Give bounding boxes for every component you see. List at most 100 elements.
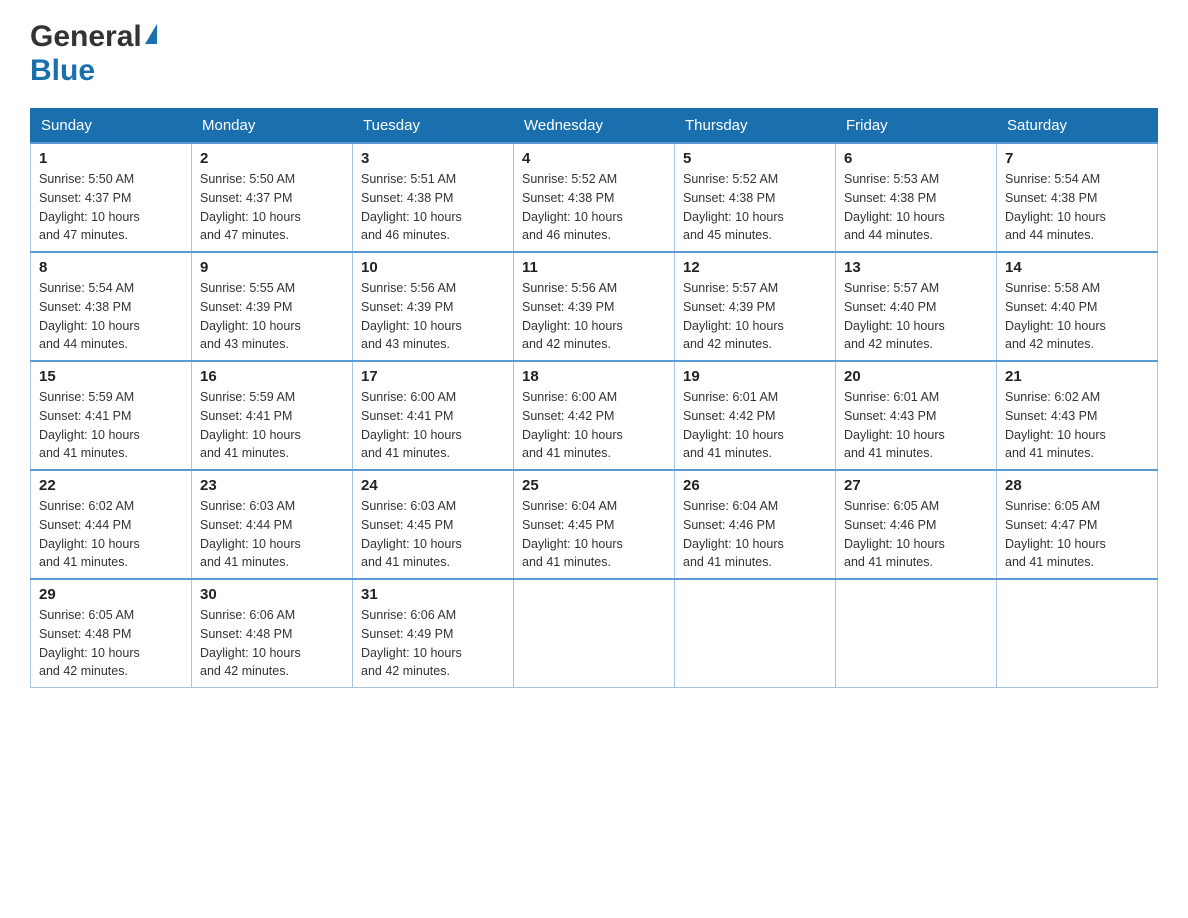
day-number: 12 <box>683 259 827 276</box>
calendar-cell: 3 Sunrise: 5:51 AMSunset: 4:38 PMDayligh… <box>353 143 514 252</box>
day-info: Sunrise: 6:06 AMSunset: 4:48 PMDaylight:… <box>200 608 301 678</box>
day-info: Sunrise: 6:01 AMSunset: 4:43 PMDaylight:… <box>844 390 945 460</box>
calendar-cell: 14 Sunrise: 5:58 AMSunset: 4:40 PMDaylig… <box>997 252 1158 361</box>
day-info: Sunrise: 5:58 AMSunset: 4:40 PMDaylight:… <box>1005 281 1106 351</box>
day-number: 16 <box>200 368 344 385</box>
day-info: Sunrise: 5:56 AMSunset: 4:39 PMDaylight:… <box>361 281 462 351</box>
calendar-week-row: 15 Sunrise: 5:59 AMSunset: 4:41 PMDaylig… <box>31 361 1158 470</box>
calendar-cell <box>836 579 997 688</box>
day-number: 17 <box>361 368 505 385</box>
day-number: 30 <box>200 586 344 603</box>
calendar-cell: 27 Sunrise: 6:05 AMSunset: 4:46 PMDaylig… <box>836 470 997 579</box>
calendar-week-row: 8 Sunrise: 5:54 AMSunset: 4:38 PMDayligh… <box>31 252 1158 361</box>
day-number: 8 <box>39 259 183 276</box>
day-number: 28 <box>1005 477 1149 494</box>
calendar-cell: 21 Sunrise: 6:02 AMSunset: 4:43 PMDaylig… <box>997 361 1158 470</box>
day-number: 24 <box>361 477 505 494</box>
calendar-cell: 6 Sunrise: 5:53 AMSunset: 4:38 PMDayligh… <box>836 143 997 252</box>
calendar-week-row: 1 Sunrise: 5:50 AMSunset: 4:37 PMDayligh… <box>31 143 1158 252</box>
logo-triangle-icon <box>145 24 157 44</box>
calendar-cell: 15 Sunrise: 5:59 AMSunset: 4:41 PMDaylig… <box>31 361 192 470</box>
calendar-week-row: 29 Sunrise: 6:05 AMSunset: 4:48 PMDaylig… <box>31 579 1158 688</box>
weekday-header-monday: Monday <box>192 109 353 144</box>
day-info: Sunrise: 5:59 AMSunset: 4:41 PMDaylight:… <box>200 390 301 460</box>
weekday-header-sunday: Sunday <box>31 109 192 144</box>
day-number: 19 <box>683 368 827 385</box>
calendar-cell: 28 Sunrise: 6:05 AMSunset: 4:47 PMDaylig… <box>997 470 1158 579</box>
day-number: 7 <box>1005 150 1149 167</box>
calendar-cell: 23 Sunrise: 6:03 AMSunset: 4:44 PMDaylig… <box>192 470 353 579</box>
day-number: 4 <box>522 150 666 167</box>
day-number: 23 <box>200 477 344 494</box>
day-number: 18 <box>522 368 666 385</box>
day-number: 6 <box>844 150 988 167</box>
day-number: 3 <box>361 150 505 167</box>
day-number: 14 <box>1005 259 1149 276</box>
calendar-cell: 17 Sunrise: 6:00 AMSunset: 4:41 PMDaylig… <box>353 361 514 470</box>
calendar-cell: 9 Sunrise: 5:55 AMSunset: 4:39 PMDayligh… <box>192 252 353 361</box>
day-info: Sunrise: 6:04 AMSunset: 4:45 PMDaylight:… <box>522 499 623 569</box>
day-info: Sunrise: 5:51 AMSunset: 4:38 PMDaylight:… <box>361 172 462 242</box>
day-info: Sunrise: 5:52 AMSunset: 4:38 PMDaylight:… <box>522 172 623 242</box>
calendar-cell: 7 Sunrise: 5:54 AMSunset: 4:38 PMDayligh… <box>997 143 1158 252</box>
day-info: Sunrise: 6:00 AMSunset: 4:41 PMDaylight:… <box>361 390 462 460</box>
calendar-cell: 1 Sunrise: 5:50 AMSunset: 4:37 PMDayligh… <box>31 143 192 252</box>
calendar-cell: 12 Sunrise: 5:57 AMSunset: 4:39 PMDaylig… <box>675 252 836 361</box>
day-info: Sunrise: 5:53 AMSunset: 4:38 PMDaylight:… <box>844 172 945 242</box>
calendar-cell: 10 Sunrise: 5:56 AMSunset: 4:39 PMDaylig… <box>353 252 514 361</box>
day-number: 15 <box>39 368 183 385</box>
calendar-table: SundayMondayTuesdayWednesdayThursdayFrid… <box>30 108 1158 688</box>
weekday-header-row: SundayMondayTuesdayWednesdayThursdayFrid… <box>31 109 1158 144</box>
day-number: 5 <box>683 150 827 167</box>
day-number: 13 <box>844 259 988 276</box>
calendar-cell: 18 Sunrise: 6:00 AMSunset: 4:42 PMDaylig… <box>514 361 675 470</box>
day-info: Sunrise: 6:02 AMSunset: 4:43 PMDaylight:… <box>1005 390 1106 460</box>
calendar-cell: 13 Sunrise: 5:57 AMSunset: 4:40 PMDaylig… <box>836 252 997 361</box>
calendar-cell: 31 Sunrise: 6:06 AMSunset: 4:49 PMDaylig… <box>353 579 514 688</box>
day-info: Sunrise: 5:59 AMSunset: 4:41 PMDaylight:… <box>39 390 140 460</box>
calendar-week-row: 22 Sunrise: 6:02 AMSunset: 4:44 PMDaylig… <box>31 470 1158 579</box>
calendar-cell: 16 Sunrise: 5:59 AMSunset: 4:41 PMDaylig… <box>192 361 353 470</box>
calendar-cell: 29 Sunrise: 6:05 AMSunset: 4:48 PMDaylig… <box>31 579 192 688</box>
day-info: Sunrise: 5:52 AMSunset: 4:38 PMDaylight:… <box>683 172 784 242</box>
day-info: Sunrise: 5:50 AMSunset: 4:37 PMDaylight:… <box>39 172 140 242</box>
day-number: 26 <box>683 477 827 494</box>
day-info: Sunrise: 5:57 AMSunset: 4:40 PMDaylight:… <box>844 281 945 351</box>
day-info: Sunrise: 6:03 AMSunset: 4:45 PMDaylight:… <box>361 499 462 569</box>
day-info: Sunrise: 6:03 AMSunset: 4:44 PMDaylight:… <box>200 499 301 569</box>
day-info: Sunrise: 6:05 AMSunset: 4:48 PMDaylight:… <box>39 608 140 678</box>
day-number: 21 <box>1005 368 1149 385</box>
weekday-header-friday: Friday <box>836 109 997 144</box>
day-info: Sunrise: 6:04 AMSunset: 4:46 PMDaylight:… <box>683 499 784 569</box>
day-number: 27 <box>844 477 988 494</box>
calendar-cell: 30 Sunrise: 6:06 AMSunset: 4:48 PMDaylig… <box>192 579 353 688</box>
day-info: Sunrise: 5:54 AMSunset: 4:38 PMDaylight:… <box>1005 172 1106 242</box>
day-info: Sunrise: 5:56 AMSunset: 4:39 PMDaylight:… <box>522 281 623 351</box>
day-number: 11 <box>522 259 666 276</box>
day-info: Sunrise: 6:02 AMSunset: 4:44 PMDaylight:… <box>39 499 140 569</box>
day-info: Sunrise: 6:05 AMSunset: 4:46 PMDaylight:… <box>844 499 945 569</box>
day-number: 22 <box>39 477 183 494</box>
calendar-cell: 24 Sunrise: 6:03 AMSunset: 4:45 PMDaylig… <box>353 470 514 579</box>
calendar-cell <box>675 579 836 688</box>
calendar-cell <box>514 579 675 688</box>
weekday-header-wednesday: Wednesday <box>514 109 675 144</box>
day-info: Sunrise: 5:54 AMSunset: 4:38 PMDaylight:… <box>39 281 140 351</box>
weekday-header-saturday: Saturday <box>997 109 1158 144</box>
calendar-cell: 4 Sunrise: 5:52 AMSunset: 4:38 PMDayligh… <box>514 143 675 252</box>
page-header: General Blue <box>30 20 1158 88</box>
day-number: 2 <box>200 150 344 167</box>
calendar-cell: 20 Sunrise: 6:01 AMSunset: 4:43 PMDaylig… <box>836 361 997 470</box>
day-info: Sunrise: 6:06 AMSunset: 4:49 PMDaylight:… <box>361 608 462 678</box>
day-info: Sunrise: 5:57 AMSunset: 4:39 PMDaylight:… <box>683 281 784 351</box>
calendar-cell: 11 Sunrise: 5:56 AMSunset: 4:39 PMDaylig… <box>514 252 675 361</box>
day-info: Sunrise: 6:01 AMSunset: 4:42 PMDaylight:… <box>683 390 784 460</box>
day-number: 1 <box>39 150 183 167</box>
day-info: Sunrise: 6:00 AMSunset: 4:42 PMDaylight:… <box>522 390 623 460</box>
day-number: 10 <box>361 259 505 276</box>
day-number: 20 <box>844 368 988 385</box>
weekday-header-thursday: Thursday <box>675 109 836 144</box>
weekday-header-tuesday: Tuesday <box>353 109 514 144</box>
calendar-cell: 26 Sunrise: 6:04 AMSunset: 4:46 PMDaylig… <box>675 470 836 579</box>
calendar-cell: 19 Sunrise: 6:01 AMSunset: 4:42 PMDaylig… <box>675 361 836 470</box>
